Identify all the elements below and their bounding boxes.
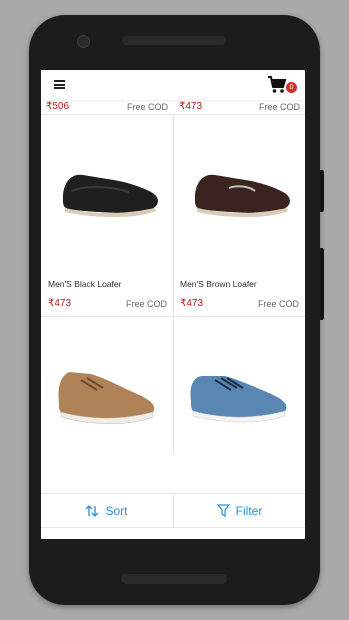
product-card[interactable]: Men'S Black Loafer ₹473 Free COD: [43, 116, 172, 314]
cart-button[interactable]: 0: [267, 76, 297, 96]
filter-button[interactable]: Filter: [173, 494, 305, 527]
earpiece-speaker: [122, 36, 226, 45]
phone-frame: 0 ₹506 Free COD ₹473 Free COD Men'S Blac…: [29, 15, 324, 605]
bottom-speaker: [121, 574, 227, 584]
sort-label: Sort: [105, 503, 128, 518]
front-camera: [77, 35, 90, 48]
sort-icon: [86, 504, 99, 517]
filter-icon: [216, 504, 230, 517]
product-price: ₹473: [48, 298, 72, 309]
product-name: Men'S Black Loafer: [48, 279, 122, 289]
black-loafer-image: [62, 174, 158, 218]
brown-loafer-image: [194, 174, 290, 218]
cart-count-badge: 0: [286, 82, 297, 93]
product-card[interactable]: Men'S Brown Loafer ₹473 Free COD: [175, 116, 304, 314]
product-name: Men'S Brown Loafer: [180, 279, 257, 289]
sort-button[interactable]: Sort: [41, 494, 172, 527]
free-cod-label: Free COD: [127, 102, 169, 112]
product-grid: ₹506 Free COD ₹473 Free COD Men'S Black …: [41, 100, 305, 539]
free-cod-label: Free COD: [125, 299, 167, 309]
hamburger-menu-icon[interactable]: [54, 80, 65, 89]
sort-filter-bar: Sort Filter: [41, 493, 305, 528]
previous-row-prices: ₹506 Free COD ₹473 Free COD: [41, 100, 305, 115]
product-card[interactable]: [43, 318, 172, 493]
row-divider: [41, 316, 305, 317]
app-toolbar: 0: [41, 70, 305, 100]
product-price: ₹506: [46, 101, 70, 112]
free-cod-label: Free COD: [257, 299, 299, 309]
column-divider: [173, 114, 174, 454]
product-price: ₹473: [180, 298, 204, 309]
free-cod-label: Free COD: [259, 102, 301, 112]
app-screen: 0 ₹506 Free COD ₹473 Free COD Men'S Blac…: [41, 70, 305, 539]
cart-icon: [268, 76, 287, 93]
product-card[interactable]: [175, 318, 304, 493]
power-button: [320, 248, 324, 320]
tan-sneaker-image: [58, 372, 155, 424]
volume-button: [320, 170, 324, 212]
filter-label: Filter: [235, 503, 263, 518]
product-price: ₹473: [179, 101, 203, 112]
blue-sneaker-image: [190, 376, 287, 423]
